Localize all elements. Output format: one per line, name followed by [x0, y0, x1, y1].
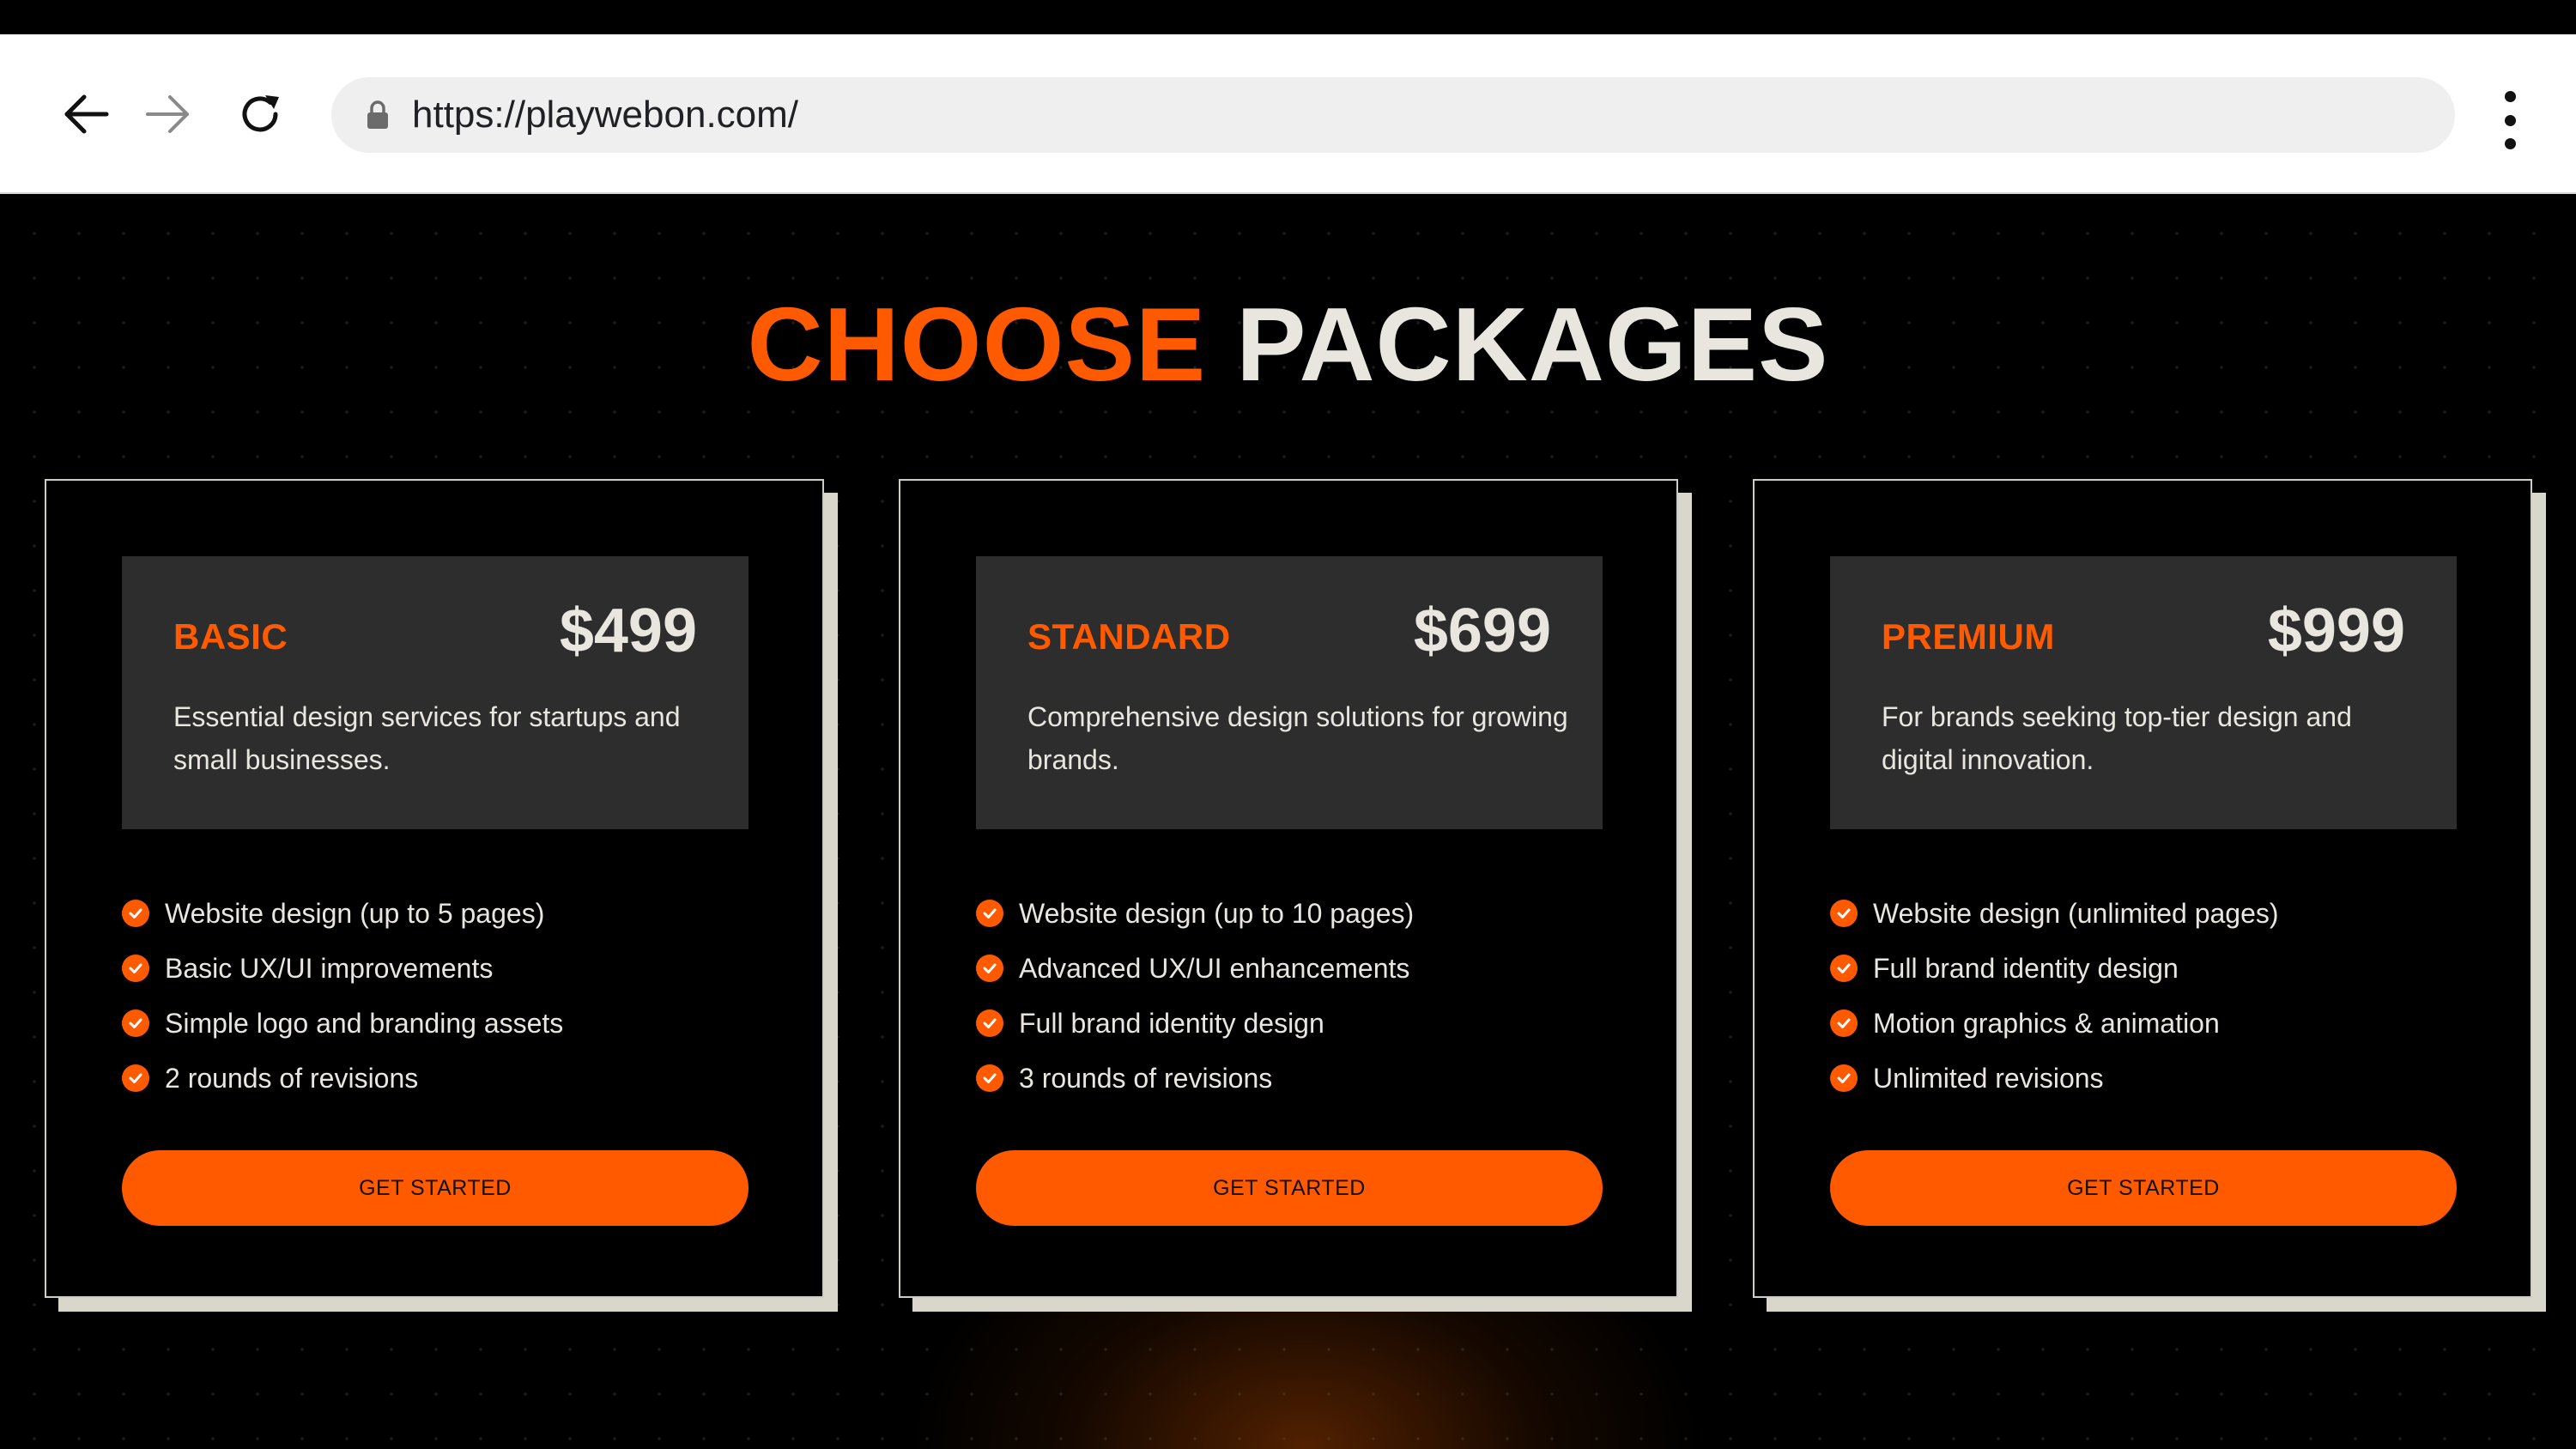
feature-list: Website design (up to 10 pages) Advanced…: [976, 886, 1628, 1106]
title-accent: CHOOSE: [747, 286, 1207, 403]
plan-price: $499: [559, 597, 697, 665]
feature-text: Unlimited revisions: [1873, 1062, 2104, 1094]
plan-name: BASIC: [173, 616, 288, 657]
plan-name: PREMIUM: [1882, 616, 2055, 657]
get-started-button[interactable]: GET STARTED: [1830, 1150, 2457, 1226]
url-text: https://playwebon.com/: [412, 94, 799, 136]
get-started-button[interactable]: GET STARTED: [976, 1150, 1603, 1226]
kebab-menu-icon[interactable]: [2484, 86, 2536, 155]
browser-toolbar: https://playwebon.com/: [0, 34, 2576, 194]
check-circle-icon: [976, 1009, 1003, 1037]
feature-item: Full brand identity design: [976, 996, 1628, 1051]
package-card-basic: BASIC $499 Essential design services for…: [45, 479, 838, 1312]
arrow-right-icon: [146, 95, 189, 133]
plan-description: Essential design services for startups a…: [173, 701, 681, 775]
card-header: STANDARD $699 Comprehensive design solut…: [976, 556, 1603, 829]
check-circle-icon: [976, 955, 1003, 982]
check-circle-icon: [976, 900, 1003, 927]
check-circle-icon: [122, 1009, 149, 1037]
feature-text: Website design (up to 5 pages): [165, 897, 545, 929]
check-circle-icon: [122, 955, 149, 982]
check-circle-icon: [1830, 955, 1858, 982]
lock-icon: [367, 100, 388, 129]
title-rest: PACKAGES: [1236, 286, 1829, 403]
feature-item: Full brand identity design: [1830, 941, 2482, 996]
menu-dot: [2504, 114, 2516, 126]
feature-list: Website design (up to 5 pages) Basic UX/…: [122, 886, 774, 1106]
get-started-button[interactable]: GET STARTED: [122, 1150, 749, 1226]
feature-item: Basic UX/UI improvements: [122, 941, 774, 996]
feature-item: Motion graphics & animation: [1830, 996, 2482, 1051]
feature-text: 3 rounds of revisions: [1019, 1062, 1273, 1094]
reload-icon: [242, 95, 279, 132]
feature-text: Website design (up to 10 pages): [1019, 897, 1415, 929]
package-card-standard: STANDARD $699 Comprehensive design solut…: [899, 479, 1692, 1312]
reload-button[interactable]: [217, 34, 303, 194]
check-circle-icon: [122, 1064, 149, 1092]
card-body: BASIC $499 Essential design services for…: [45, 479, 824, 1298]
card-header: PREMIUM $999 For brands seeking top-tier…: [1830, 556, 2457, 829]
feature-item: Unlimited revisions: [1830, 1051, 2482, 1106]
feature-text: Simple logo and branding assets: [165, 1007, 564, 1039]
feature-text: Basic UX/UI improvements: [165, 952, 494, 984]
plan-price: $999: [2267, 597, 2405, 665]
card-header: BASIC $499 Essential design services for…: [122, 556, 749, 829]
feature-text: Website design (unlimited pages): [1873, 897, 2279, 929]
package-card-premium: PREMIUM $999 For brands seeking top-tier…: [1753, 479, 2546, 1312]
plan-description: For brands seeking top-tier design and d…: [1882, 701, 2352, 775]
feature-text: Motion graphics & animation: [1873, 1007, 2220, 1039]
forward-button[interactable]: [125, 34, 211, 194]
menu-dot: [2504, 91, 2516, 102]
feature-text: Full brand identity design: [1873, 952, 2179, 984]
feature-item: 2 rounds of revisions: [122, 1051, 774, 1106]
menu-dot: [2504, 138, 2516, 149]
section-title: CHOOSE PACKAGES: [0, 292, 2576, 397]
feature-item: 3 rounds of revisions: [976, 1051, 1628, 1106]
check-circle-icon: [976, 1064, 1003, 1092]
back-button[interactable]: [43, 34, 129, 194]
card-body: PREMIUM $999 For brands seeking top-tier…: [1753, 479, 2532, 1298]
plan-price: $699: [1413, 597, 1551, 665]
feature-item: Simple logo and branding assets: [122, 996, 774, 1051]
pricing-section: CHOOSE PACKAGES BASIC $499 Essential des…: [0, 196, 2576, 1449]
check-circle-icon: [122, 900, 149, 927]
feature-item: Website design (unlimited pages): [1830, 886, 2482, 941]
feature-item: Advanced UX/UI enhancements: [976, 941, 1628, 996]
plan-name: STANDARD: [1027, 616, 1231, 657]
address-bar[interactable]: https://playwebon.com/: [331, 77, 2455, 153]
feature-item: Website design (up to 5 pages): [122, 886, 774, 941]
window-top-strip: [0, 0, 2576, 34]
feature-list: Website design (unlimited pages) Full br…: [1830, 886, 2482, 1106]
feature-text: Full brand identity design: [1019, 1007, 1324, 1039]
check-circle-icon: [1830, 1009, 1858, 1037]
check-circle-icon: [1830, 1064, 1858, 1092]
arrow-left-icon: [64, 94, 109, 134]
plan-description: Comprehensive design solutions for growi…: [1027, 701, 1568, 775]
card-body: STANDARD $699 Comprehensive design solut…: [899, 479, 1678, 1298]
feature-item: Website design (up to 10 pages): [976, 886, 1628, 941]
feature-text: Advanced UX/UI enhancements: [1019, 952, 1410, 984]
feature-text: 2 rounds of revisions: [165, 1062, 419, 1094]
check-circle-icon: [1830, 900, 1858, 927]
